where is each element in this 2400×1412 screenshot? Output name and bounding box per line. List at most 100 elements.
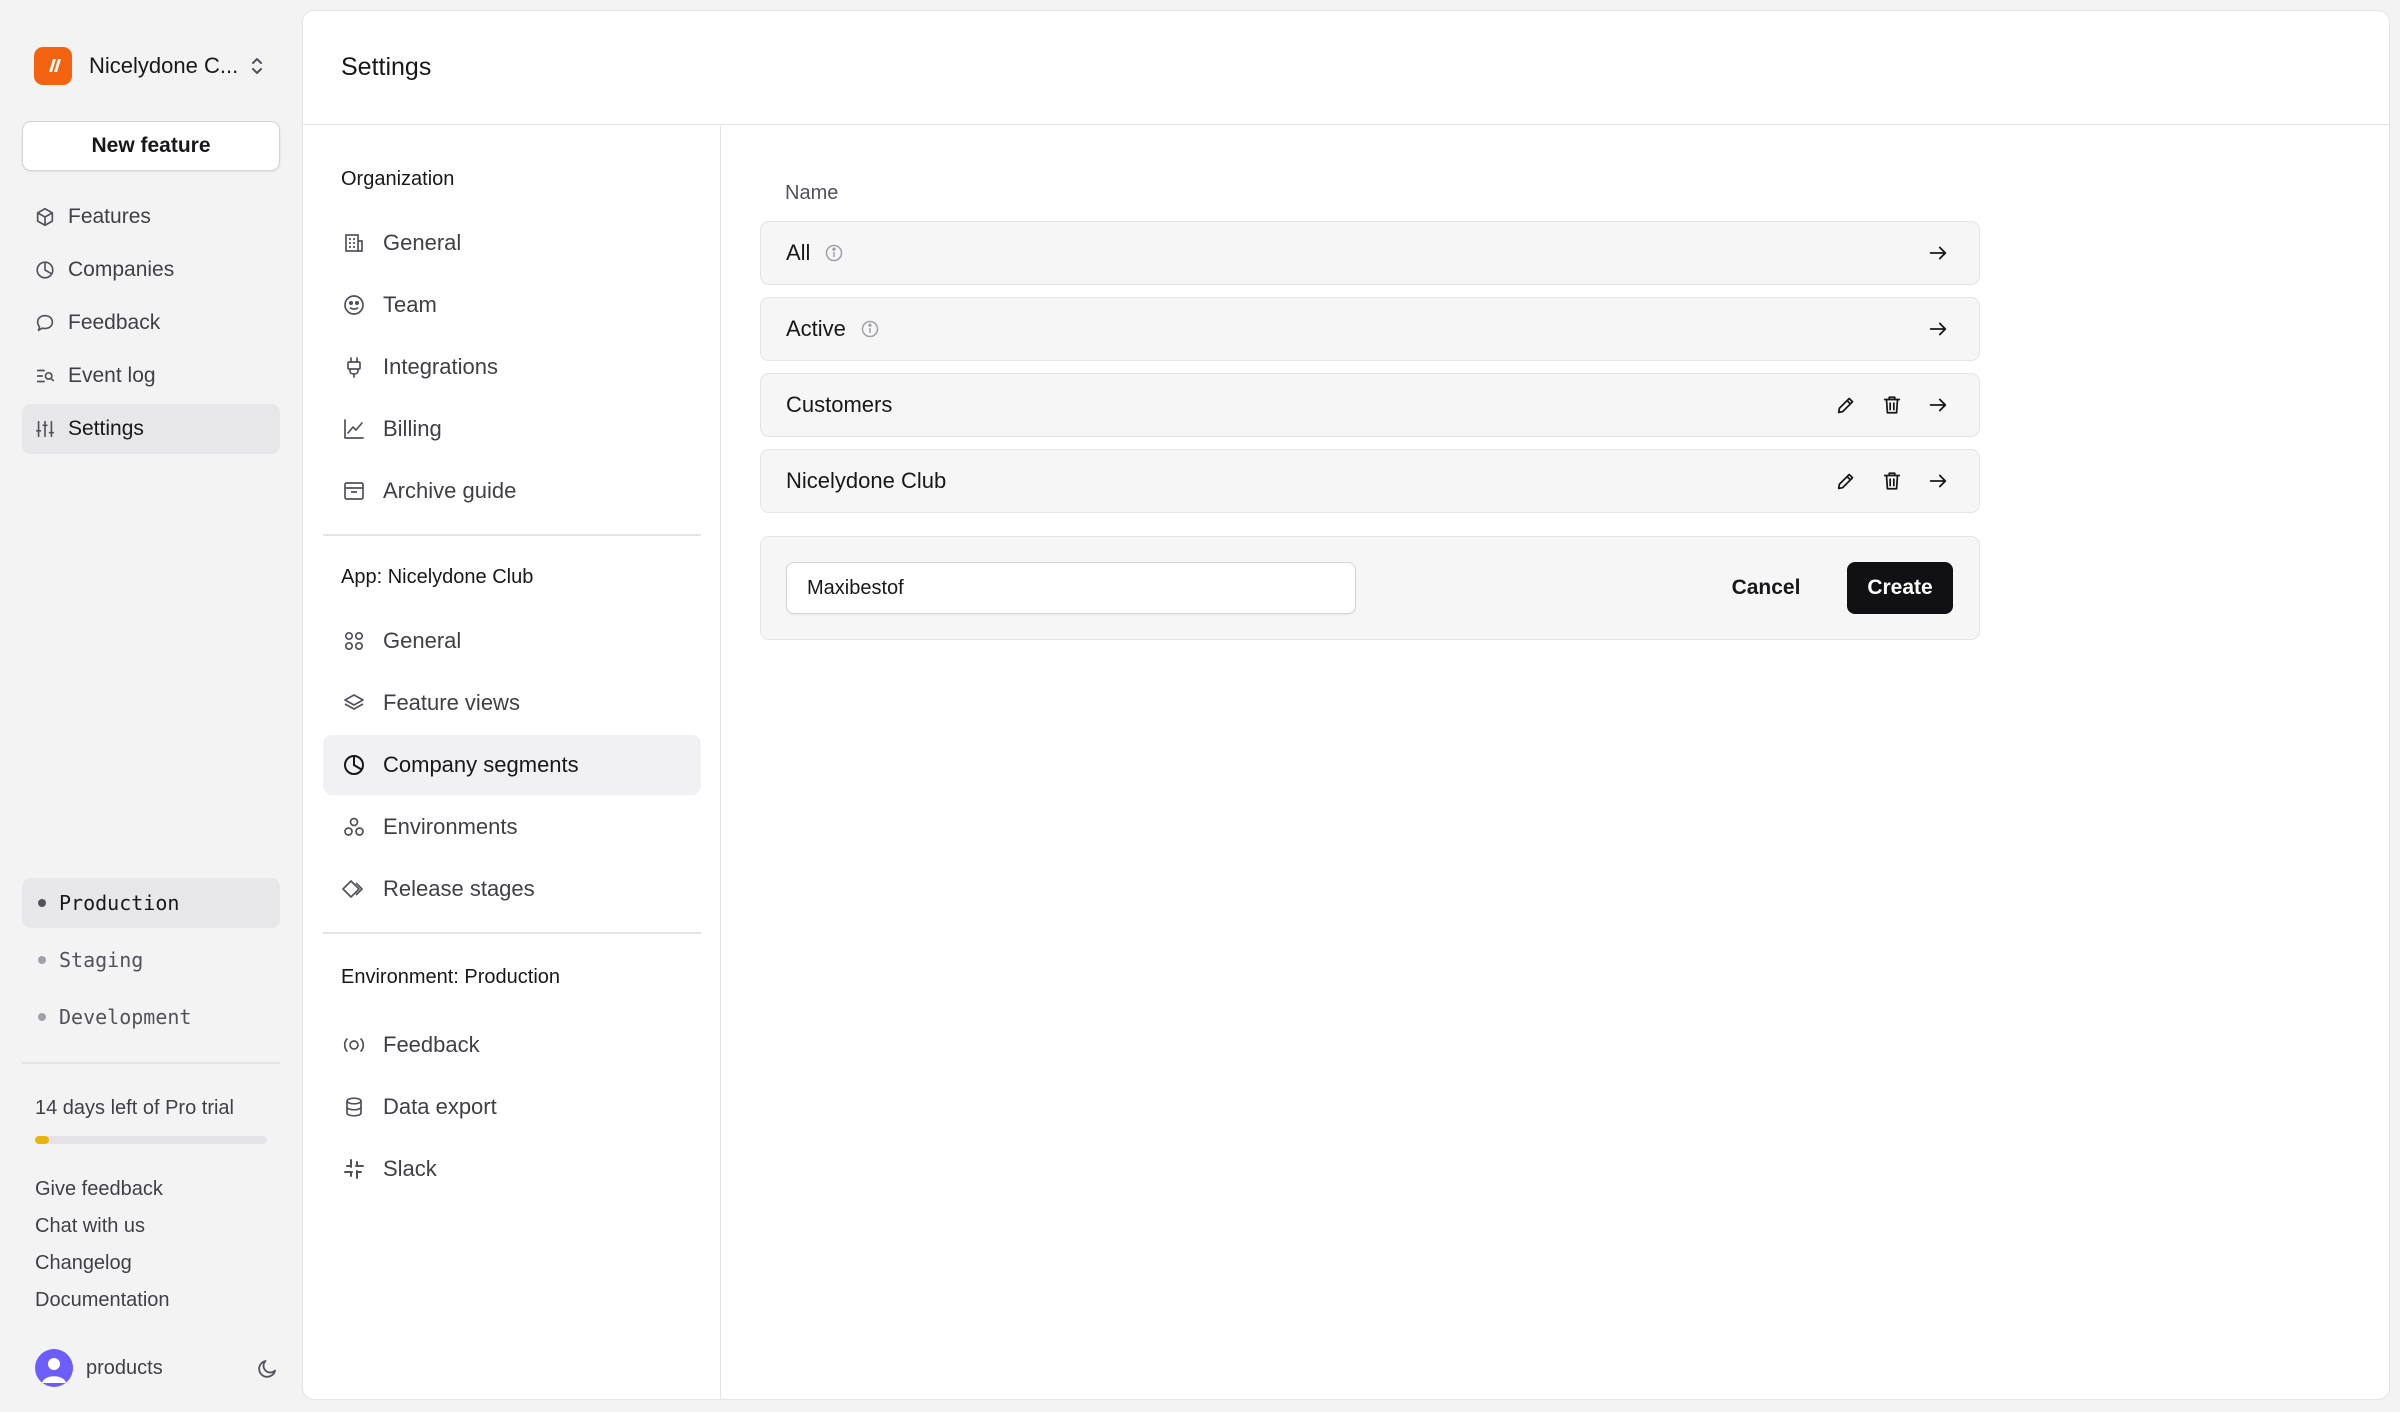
database-icon <box>341 1094 367 1120</box>
changelog-link[interactable]: Changelog <box>35 1252 170 1289</box>
main-nav: Features Companies Feedback Event log Se… <box>22 192 280 457</box>
column-header-name: Name <box>785 182 839 204</box>
settings-item-environments[interactable]: Environments <box>323 797 701 857</box>
env-label: Development <box>59 1005 192 1029</box>
archive-icon <box>341 478 367 504</box>
footer-links: Give feedback Chat with us Changelog Doc… <box>35 1178 170 1326</box>
nav-item-label: Settings <box>68 417 144 440</box>
chat-bubble-icon <box>34 312 56 334</box>
broadcast-icon <box>341 1032 367 1058</box>
settings-item-company-segments[interactable]: Company segments <box>323 735 701 795</box>
new-feature-button[interactable]: New feature <box>22 121 280 171</box>
arrow-right-icon[interactable] <box>1927 318 1949 340</box>
moon-icon[interactable] <box>256 1356 280 1380</box>
settings-item-label: Data export <box>383 1094 497 1119</box>
create-button[interactable]: Create <box>1847 562 1953 614</box>
nav-item-label: Features <box>68 205 151 228</box>
settings-item-label: Feedback <box>383 1032 480 1057</box>
segment-row-nicelydone-club[interactable]: Nicelydone Club <box>760 449 1980 513</box>
new-segment-form: Cancel Create <box>760 536 1980 640</box>
divider <box>323 534 701 536</box>
chat-with-us-link[interactable]: Chat with us <box>35 1215 170 1252</box>
segment-name: Customers <box>786 392 893 417</box>
settings-item-label: Feature views <box>383 690 520 715</box>
settings-item-integrations[interactable]: Integrations <box>323 337 701 397</box>
nav-item-label: Feedback <box>68 311 161 334</box>
settings-item-org-general[interactable]: General <box>323 213 701 273</box>
trash-icon[interactable] <box>1881 394 1903 416</box>
settings-item-label: Archive guide <box>383 478 517 503</box>
settings-item-label: General <box>383 230 462 255</box>
building-icon <box>341 230 367 256</box>
env-item-production[interactable]: Production <box>22 878 280 928</box>
trial-progress-fill <box>35 1136 49 1144</box>
documentation-link[interactable]: Documentation <box>35 1289 170 1326</box>
env-item-staging[interactable]: Staging <box>22 935 280 985</box>
nav-item-label: Companies <box>68 258 175 281</box>
arrow-right-icon[interactable] <box>1927 242 1949 264</box>
settings-item-label: Environments <box>383 814 518 839</box>
settings-group-environment: Environment: Production <box>341 966 561 988</box>
cube-icon <box>34 206 56 228</box>
plug-icon <box>341 354 367 380</box>
trash-icon[interactable] <box>1881 470 1903 492</box>
segment-row-all[interactable]: All <box>760 221 1980 285</box>
settings-item-release-stages[interactable]: Release stages <box>323 859 701 919</box>
arrow-right-icon[interactable] <box>1927 470 1949 492</box>
org-switcher[interactable]: Nicelydone C... <box>34 46 274 86</box>
info-icon[interactable] <box>824 243 844 263</box>
nav-item-companies[interactable]: Companies <box>22 245 280 295</box>
settings-item-data-export[interactable]: Data export <box>323 1077 701 1137</box>
nav-item-feedback[interactable]: Feedback <box>22 298 280 348</box>
give-feedback-link[interactable]: Give feedback <box>35 1178 170 1215</box>
nav-item-settings[interactable]: Settings <box>22 404 280 454</box>
page-title: Settings <box>341 53 432 81</box>
settings-item-slack[interactable]: Slack <box>323 1139 701 1199</box>
env-item-development[interactable]: Development <box>22 992 280 1042</box>
settings-item-team[interactable]: Team <box>323 275 701 335</box>
chevron-up-down-icon <box>250 55 264 77</box>
settings-item-label: Team <box>383 292 437 317</box>
segment-name: Nicelydone Club <box>786 468 947 493</box>
settings-item-feature-views[interactable]: Feature views <box>323 673 701 733</box>
status-dot <box>38 1013 46 1021</box>
sliders-icon <box>34 418 56 440</box>
segment-row-active[interactable]: Active <box>760 297 1980 361</box>
trial-progress-bar <box>35 1136 267 1144</box>
nav-item-event-log[interactable]: Event log <box>22 351 280 401</box>
settings-group-organization: Organization <box>341 168 455 190</box>
settings-item-label: Release stages <box>383 876 535 901</box>
env-label: Production <box>59 891 180 915</box>
pencil-icon[interactable] <box>1835 470 1857 492</box>
settings-item-label: Company segments <box>383 752 579 777</box>
environment-list: Production Staging Development <box>22 878 280 1049</box>
nav-item-label: Event log <box>68 364 156 387</box>
status-dot <box>38 899 46 907</box>
settings-item-env-feedback[interactable]: Feedback <box>323 1015 701 1075</box>
segment-name: Active <box>786 316 846 341</box>
info-icon[interactable] <box>860 319 880 339</box>
chart-line-icon <box>341 416 367 442</box>
status-dot <box>38 956 46 964</box>
user-menu: products <box>35 1349 280 1387</box>
row-actions <box>1927 298 1949 360</box>
cancel-button[interactable]: Cancel <box>1716 562 1816 614</box>
settings-item-billing[interactable]: Billing <box>323 399 701 459</box>
trial-status-text: 14 days left of Pro trial <box>35 1097 234 1119</box>
sidebar: Nicelydone C... New feature Features Com… <box>0 0 300 1412</box>
avatar[interactable] <box>35 1349 73 1387</box>
settings-item-app-general[interactable]: General <box>323 611 701 671</box>
settings-item-label: General <box>383 628 462 653</box>
page-header: Settings <box>303 11 2389 125</box>
arrow-right-icon[interactable] <box>1927 394 1949 416</box>
face-icon <box>341 292 367 318</box>
segment-name: All <box>786 240 811 265</box>
segment-row-customers[interactable]: Customers <box>760 373 1980 437</box>
org-name: Nicelydone C... <box>89 53 239 78</box>
org-logo <box>34 47 72 85</box>
segment-name-input[interactable] <box>786 562 1356 614</box>
nav-item-features[interactable]: Features <box>22 192 280 242</box>
pencil-icon[interactable] <box>1835 394 1857 416</box>
settings-item-archive-guide[interactable]: Archive guide <box>323 461 701 521</box>
settings-nav: Organization General Team Integrations B… <box>303 126 721 1399</box>
